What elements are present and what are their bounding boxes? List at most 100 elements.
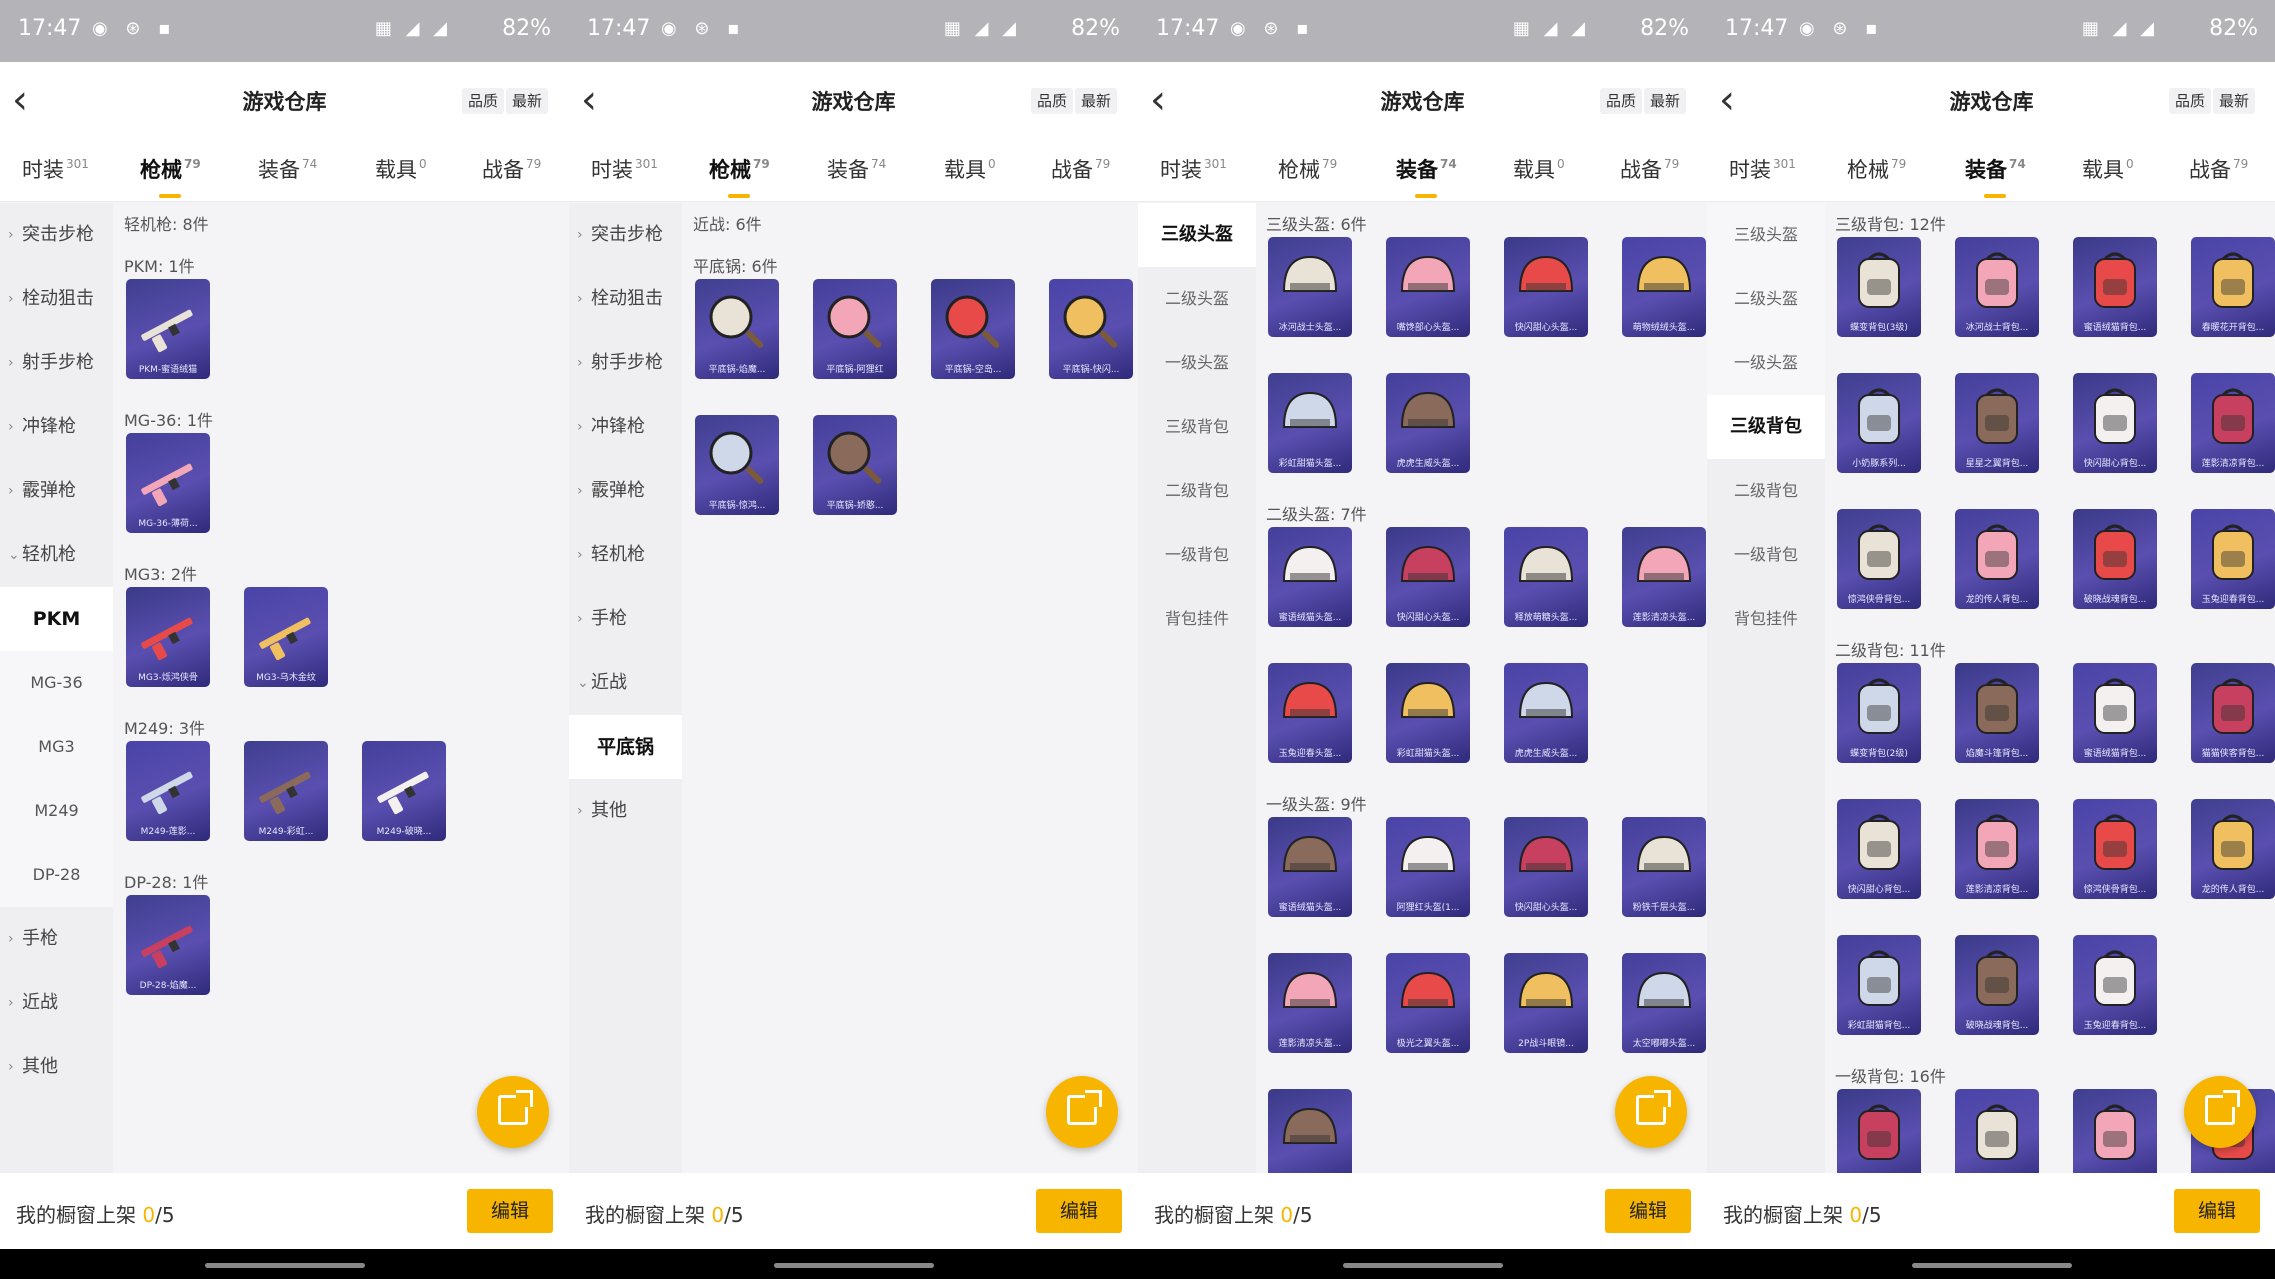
item-card[interactable]: 平底锅-空岛...	[931, 279, 1015, 379]
item-card[interactable]: 蜜语绒猫背包...	[2073, 237, 2157, 337]
sidebar-item[interactable]: 二级背包	[1138, 459, 1256, 523]
sidebar-item[interactable]: ⌄ 近战	[569, 651, 682, 715]
sidebar-item[interactable]: 背包挂件	[1138, 587, 1256, 651]
sidebar-item[interactable]: › 手枪	[569, 587, 682, 651]
tab-2[interactable]: 装备 74	[258, 154, 317, 184]
item-card[interactable]: 快闪甜心背包...	[1837, 799, 1921, 899]
sidebar-item[interactable]: › 霰弹枪	[569, 459, 682, 523]
item-card[interactable]: 小奶豚系列...	[1837, 373, 1921, 473]
sidebar-item[interactable]: › 突击步枪	[569, 203, 682, 267]
sidebar-item[interactable]: › 其他	[569, 779, 682, 843]
item-card[interactable]: MG3-乌木金纹	[244, 587, 328, 687]
sidebar-item[interactable]: › 栓动狙击	[569, 267, 682, 331]
sidebar-item[interactable]: DP-28	[0, 843, 113, 907]
sidebar-item[interactable]: › 手枪	[0, 907, 113, 971]
item-card[interactable]: 冰河战士头盔...	[1268, 237, 1352, 337]
sidebar-item[interactable]: M249	[0, 779, 113, 843]
tab-3[interactable]: 载具 0	[1513, 154, 1565, 184]
item-card[interactable]: 龙的传人背包...	[2191, 799, 2275, 899]
item-card[interactable]: 快闪甜心头盔...	[1386, 527, 1470, 627]
item-card[interactable]: M249-莲影...	[126, 741, 210, 841]
tab-1[interactable]: 枪械 79	[1847, 154, 1906, 184]
sidebar-item[interactable]: 平底锅	[569, 715, 682, 779]
sort-newest-button[interactable]: 最新	[506, 88, 549, 114]
sidebar-item[interactable]: › 冲锋枪	[569, 395, 682, 459]
item-card[interactable]: 蝶变背包(2级)	[1837, 663, 1921, 763]
item-card[interactable]: 蜜语绒猫背包...	[1955, 1089, 2039, 1173]
sort-quality-button[interactable]: 品质	[462, 88, 505, 114]
item-card[interactable]: 焰魔斗篷背包...	[2073, 1089, 2157, 1173]
sidebar-item[interactable]: PKM	[0, 587, 113, 651]
item-card[interactable]: 粉铁千层头盔...	[1622, 817, 1706, 917]
sidebar-item[interactable]: 三级背包	[1138, 395, 1256, 459]
item-card[interactable]: 快闪甜心头盔...	[1504, 817, 1588, 917]
sidebar-item[interactable]: 一级头盔	[1707, 331, 1825, 395]
tab-1[interactable]: 枪械 79	[709, 154, 770, 198]
sort-newest-button[interactable]: 最新	[1075, 88, 1118, 114]
edit-button[interactable]: 编辑	[1036, 1189, 1122, 1233]
sidebar-item[interactable]: › 射手步枪	[569, 331, 682, 395]
home-indicator[interactable]	[204, 1263, 365, 1268]
item-card[interactable]: 彩虹甜猫头盔...	[1386, 663, 1470, 763]
tab-3[interactable]: 载具 0	[944, 154, 996, 184]
item-card[interactable]: 玉兔迎春背包...	[2073, 935, 2157, 1035]
item-card[interactable]: 破晓战魂背包...	[1955, 935, 2039, 1035]
edit-button[interactable]: 编辑	[1605, 1189, 1691, 1233]
tab-0[interactable]: 时装 301	[1160, 154, 1227, 184]
tab-4[interactable]: 战备 79	[2189, 154, 2248, 184]
item-card[interactable]: 玉兔迎春背包...	[2191, 509, 2275, 609]
item-card[interactable]: 彩虹甜猫头盔...	[1268, 373, 1352, 473]
item-card[interactable]: 嘴馋部心头盔...	[1386, 237, 1470, 337]
sidebar-item[interactable]: 一级头盔	[1138, 331, 1256, 395]
item-card[interactable]: M249-彩虹...	[244, 741, 328, 841]
item-card[interactable]: 平底锅-焰魔...	[695, 279, 779, 379]
item-card[interactable]: 蝶变背包(3级)	[1837, 237, 1921, 337]
tab-4[interactable]: 战备 79	[1051, 154, 1110, 184]
sidebar-item[interactable]: 二级头盔	[1138, 267, 1256, 331]
item-card[interactable]: 莲影清凉头盔...	[1268, 953, 1352, 1053]
sidebar-item[interactable]: › 突击步枪	[0, 203, 113, 267]
item-card[interactable]: 春暖花开背包...	[2191, 237, 2275, 337]
item-card[interactable]: DP-28-焰魔...	[126, 895, 210, 995]
share-button[interactable]	[1615, 1076, 1687, 1148]
sort-quality-button[interactable]: 品质	[1031, 88, 1074, 114]
sort-newest-button[interactable]: 最新	[1644, 88, 1687, 114]
edit-button[interactable]: 编辑	[2174, 1189, 2260, 1233]
sort-quality-button[interactable]: 品质	[1600, 88, 1643, 114]
item-card[interactable]: 猫猫侠客背包...	[2191, 663, 2275, 763]
sidebar-item[interactable]: › 近战	[0, 971, 113, 1035]
item-card[interactable]: 阿狸红头盔(1...	[1386, 817, 1470, 917]
tab-1[interactable]: 枪械 79	[1278, 154, 1337, 184]
item-card[interactable]: M249-破晓...	[362, 741, 446, 841]
sidebar-item[interactable]: › 栓动狙击	[0, 267, 113, 331]
sidebar-item[interactable]: › 轻机枪	[569, 523, 682, 587]
item-card[interactable]: 蝶变背包(1级)	[1837, 1089, 1921, 1173]
sidebar-item[interactable]: 背包挂件	[1707, 587, 1825, 651]
item-card[interactable]: 彩虹甜猫背包...	[1837, 935, 1921, 1035]
item-card[interactable]: 平底锅-快闪...	[1049, 279, 1133, 379]
item-card[interactable]: 萌物绒绒头盔...	[1622, 237, 1706, 337]
sidebar-item[interactable]: 二级头盔	[1707, 267, 1825, 331]
item-card[interactable]: 极光之翼头盔...	[1386, 953, 1470, 1053]
sidebar-item[interactable]: › 冲锋枪	[0, 395, 113, 459]
item-card[interactable]: 释放萌糖头盔...	[1504, 527, 1588, 627]
item-card[interactable]: 玉兔迎春头盔...	[1268, 663, 1352, 763]
sort-newest-button[interactable]: 最新	[2213, 88, 2256, 114]
item-card[interactable]: 星星之翼背包...	[1955, 373, 2039, 473]
item-card[interactable]: 蜜语绒猫头盔...	[1268, 527, 1352, 627]
edit-button[interactable]: 编辑	[467, 1189, 553, 1233]
sidebar-item[interactable]: MG3	[0, 715, 113, 779]
item-card[interactable]: 快闪甜心背包...	[2073, 373, 2157, 473]
sidebar-item[interactable]: 三级背包	[1707, 395, 1825, 459]
item-card[interactable]: 莲影清凉头盔...	[1622, 527, 1706, 627]
item-card[interactable]: 快闪甜心头盔...	[1504, 237, 1588, 337]
item-card[interactable]: 平底锅-惊鸿...	[695, 415, 779, 515]
sidebar-item[interactable]: MG-36	[0, 651, 113, 715]
sidebar-item[interactable]: 三级头盔	[1138, 203, 1256, 267]
home-indicator[interactable]	[1342, 1263, 1503, 1268]
item-card[interactable]: 莲影清凉背包...	[2191, 373, 2275, 473]
sort-quality-button[interactable]: 品质	[2169, 88, 2212, 114]
item-card[interactable]: 平底锅-娇憨...	[813, 415, 897, 515]
sidebar-item[interactable]: 一级背包	[1138, 523, 1256, 587]
item-card[interactable]: PKM-蜜语绒猫	[126, 279, 210, 379]
